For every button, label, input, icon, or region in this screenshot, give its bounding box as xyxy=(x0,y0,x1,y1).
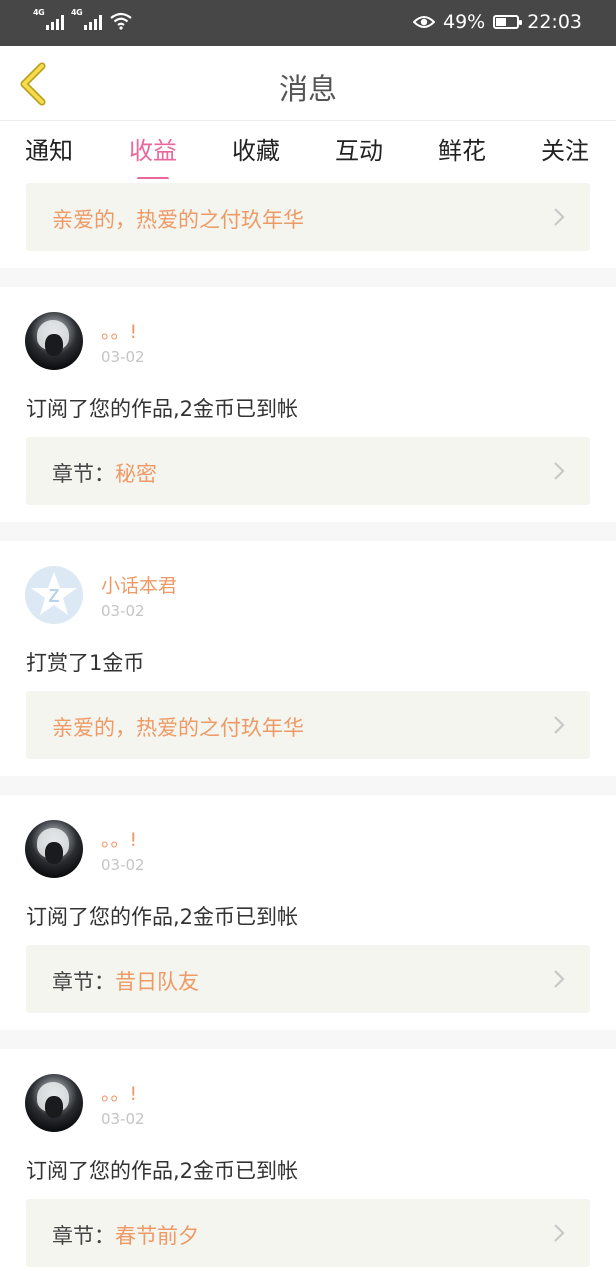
star-logo-icon: Z xyxy=(31,572,77,615)
chevron-right-icon xyxy=(554,208,565,226)
chapter-name: 秘密 xyxy=(115,462,157,486)
tab-bar: 通知 收益 收藏 互动 鲜花 关注 xyxy=(0,121,616,181)
message-text: 订阅了您的作品,2金币已到帐 xyxy=(26,905,299,929)
message-card: 。。! 03-02 订阅了您的作品,2金币已到帐 章节：昔日队友 xyxy=(0,795,616,1030)
work-link[interactable]: 亲爱的，热爱的之付玖年华 xyxy=(26,183,590,251)
message-date: 03-02 xyxy=(101,856,145,874)
chapter-name: 春节前夕 xyxy=(115,1224,199,1248)
message-card: Z 小话本君 03-02 打赏了1金币 亲爱的，热爱的之付玖年华 xyxy=(0,541,616,776)
avatar[interactable] xyxy=(25,1074,83,1132)
tab-notifications[interactable]: 通知 xyxy=(25,131,73,166)
username[interactable]: 。。! xyxy=(101,317,137,344)
avatar[interactable] xyxy=(25,312,83,370)
message-date: 03-02 xyxy=(101,1110,145,1128)
eye-icon xyxy=(413,16,435,28)
username[interactable]: 。。! xyxy=(101,825,137,852)
chevron-right-icon xyxy=(554,462,565,480)
message-card: 。。! 03-02 订阅了您的作品,2金币已到帐 章节：春节前夕 xyxy=(0,1049,616,1280)
tab-following[interactable]: 关注 xyxy=(541,131,589,166)
chevron-right-icon xyxy=(554,1224,565,1242)
tab-favorites[interactable]: 收藏 xyxy=(232,131,280,166)
message-card: 亲爱的，热爱的之付玖年华 xyxy=(0,179,616,268)
avatar[interactable] xyxy=(25,820,83,878)
battery-percent: 49% xyxy=(443,11,486,33)
chapter-link[interactable]: 章节：昔日队友 xyxy=(26,945,590,1013)
message-date: 03-02 xyxy=(101,602,145,620)
tab-flowers[interactable]: 鲜花 xyxy=(438,131,486,166)
username[interactable]: 。。! xyxy=(101,1079,137,1106)
work-link[interactable]: 亲爱的，热爱的之付玖年华 xyxy=(26,691,590,759)
wifi-icon xyxy=(110,12,132,30)
battery-icon xyxy=(493,15,523,29)
chapter-link[interactable]: 章节：秘密 xyxy=(26,437,590,505)
username[interactable]: 小话本君 xyxy=(101,571,177,598)
message-text: 订阅了您的作品,2金币已到帐 xyxy=(26,1159,299,1183)
navigation-bar: 消息 xyxy=(0,46,616,121)
chevron-right-icon xyxy=(554,716,565,734)
message-card: 。。! 03-02 订阅了您的作品,2金币已到帐 章节：秘密 xyxy=(0,287,616,522)
chevron-right-icon xyxy=(554,970,565,988)
message-text: 订阅了您的作品,2金币已到帐 xyxy=(26,397,299,421)
tab-interactions[interactable]: 互动 xyxy=(335,131,383,166)
status-bar: 4G 4G 49% 22:03 xyxy=(0,0,616,46)
chapter-name: 昔日队友 xyxy=(115,970,199,994)
page-title: 消息 xyxy=(278,72,337,106)
clock: 22:03 xyxy=(527,11,582,33)
signal-icon: 4G xyxy=(71,8,102,30)
svg-text:Z: Z xyxy=(49,586,60,606)
tab-earnings[interactable]: 收益 xyxy=(129,131,177,181)
signal-icon: 4G xyxy=(33,8,64,30)
message-text: 打赏了1金币 xyxy=(26,651,145,675)
avatar[interactable]: Z xyxy=(25,566,83,624)
message-date: 03-02 xyxy=(101,348,145,366)
chapter-link[interactable]: 章节：春节前夕 xyxy=(26,1199,590,1267)
